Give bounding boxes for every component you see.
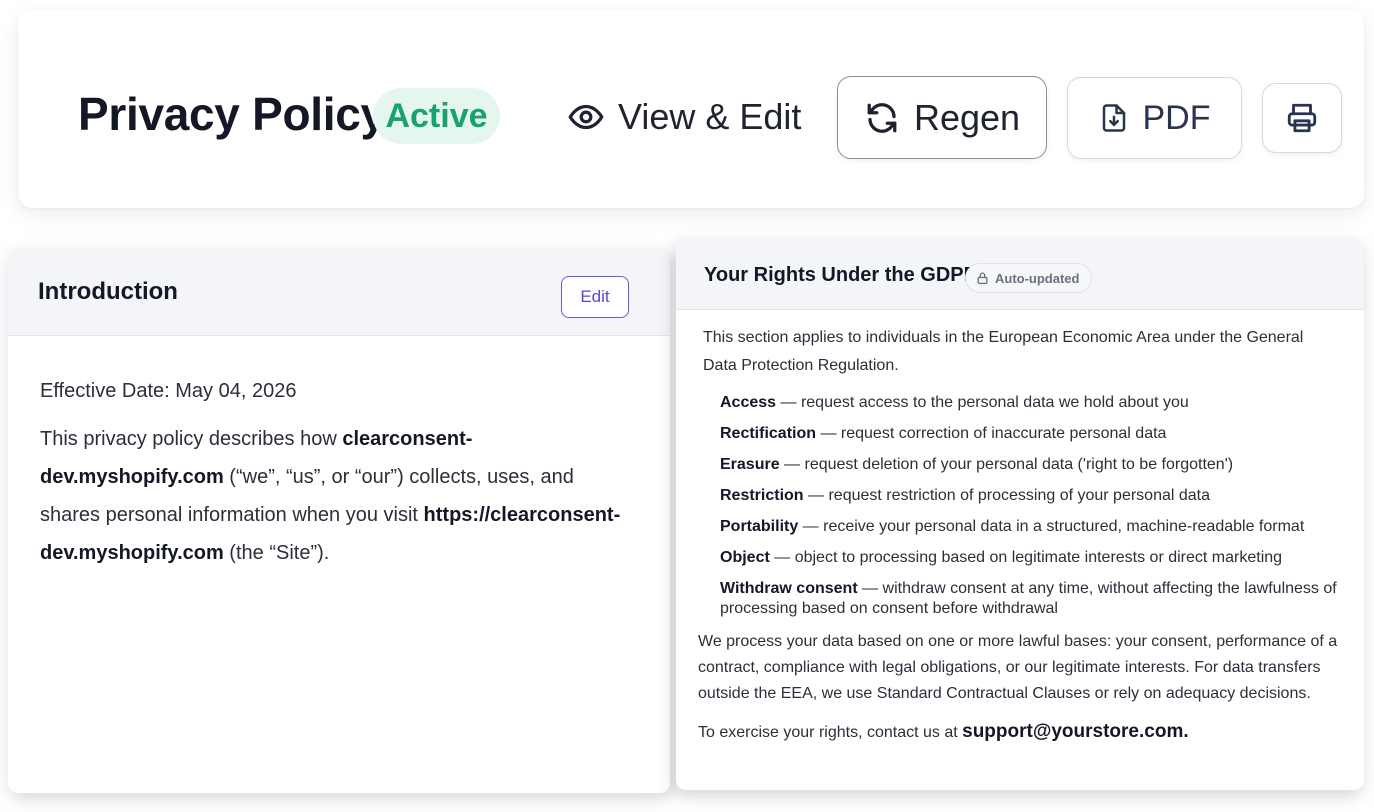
list-item: Withdraw consent — withdraw consent at a… [720,574,1338,625]
auto-updated-label: Auto-updated [995,270,1080,286]
contact-prefix: To exercise your rights, contact us at [698,724,963,741]
list-item: Portability — receive your personal data… [720,512,1338,543]
view-edit-label: View & Edit [618,96,802,137]
refresh-icon [867,102,897,133]
print-button[interactable] [1262,83,1342,153]
intro-text-end: (the “Site”). [223,542,330,564]
rights-list: Access — request access to the personal … [720,388,1338,625]
gdpr-intro: This section applies to individuals in t… [703,329,1304,374]
gdpr-header: Your Rights Under the GDPR Auto-updated [676,238,1364,310]
right-desc: — request correction of inaccurate perso… [816,425,1167,442]
lawful-bases-paragraph: We process your data based on one or mor… [698,633,1338,702]
eye-icon [568,104,604,130]
list-item: Access — request access to the personal … [720,388,1338,419]
right-term: Withdraw consent [720,580,858,597]
right-term: Rectification [720,425,817,442]
effective-date: Effective Date: May 04, 2026 [40,380,297,402]
pdf-download-button[interactable]: PDF [1067,77,1242,159]
gdpr-body: This section applies to individuals in t… [698,324,1338,746]
introduction-paragraph: This privacy policy describes how clearc… [40,420,630,572]
pdf-label: PDF [1142,98,1211,137]
file-download-icon [1102,104,1125,132]
regen-button[interactable]: Regen [837,76,1047,159]
right-term: Erasure [720,456,780,473]
list-item: Object — object to processing based on l… [720,543,1338,574]
contact-email[interactable]: support@yourstore.com [962,721,1183,742]
list-item: Erasure — request deletion of your perso… [720,450,1338,481]
right-term: Object [720,549,770,566]
contact-line: To exercise your rights, contact us at s… [698,719,1338,746]
right-desc: — request restriction of processing of y… [803,487,1211,504]
introduction-body: Effective Date: May 04, 2026 This privac… [40,376,630,572]
introduction-title: Introduction [38,278,178,305]
regen-label: Regen [913,96,1021,138]
auto-updated-badge: Auto-updated [965,263,1093,293]
view-edit-link[interactable]: View & Edit [568,90,801,144]
right-desc: — receive your personal data in a struct… [798,518,1305,535]
page-title: Privacy Policy [78,88,386,140]
status-badge: Active [373,88,500,144]
right-desc: — request access to the personal data we… [776,394,1189,411]
edit-introduction-button[interactable]: Edit [561,276,629,318]
gdpr-card: Your Rights Under the GDPR Auto-updated … [676,238,1364,790]
intro-text-start: This privacy policy describes how [40,428,343,450]
right-term: Access [720,394,777,411]
right-desc: — request deletion of your personal data… [779,456,1234,473]
introduction-card: Introduction Edit Effective Date: May 04… [8,248,670,793]
gdpr-title: Your Rights Under the GDPR [704,264,979,286]
list-item: Rectification — request correction of in… [720,419,1338,450]
right-desc: — object to processing based on legitima… [769,549,1283,566]
list-item: Restriction — request restriction of pro… [720,481,1338,512]
right-term: Portability [720,518,799,535]
right-term: Restriction [720,487,804,504]
introduction-header: Introduction Edit [8,248,670,336]
lock-icon [977,272,988,285]
contact-suffix: . [1183,721,1189,742]
printer-icon [1287,103,1317,133]
policy-header: Privacy Policy Active View & Edit Regen … [18,10,1364,208]
